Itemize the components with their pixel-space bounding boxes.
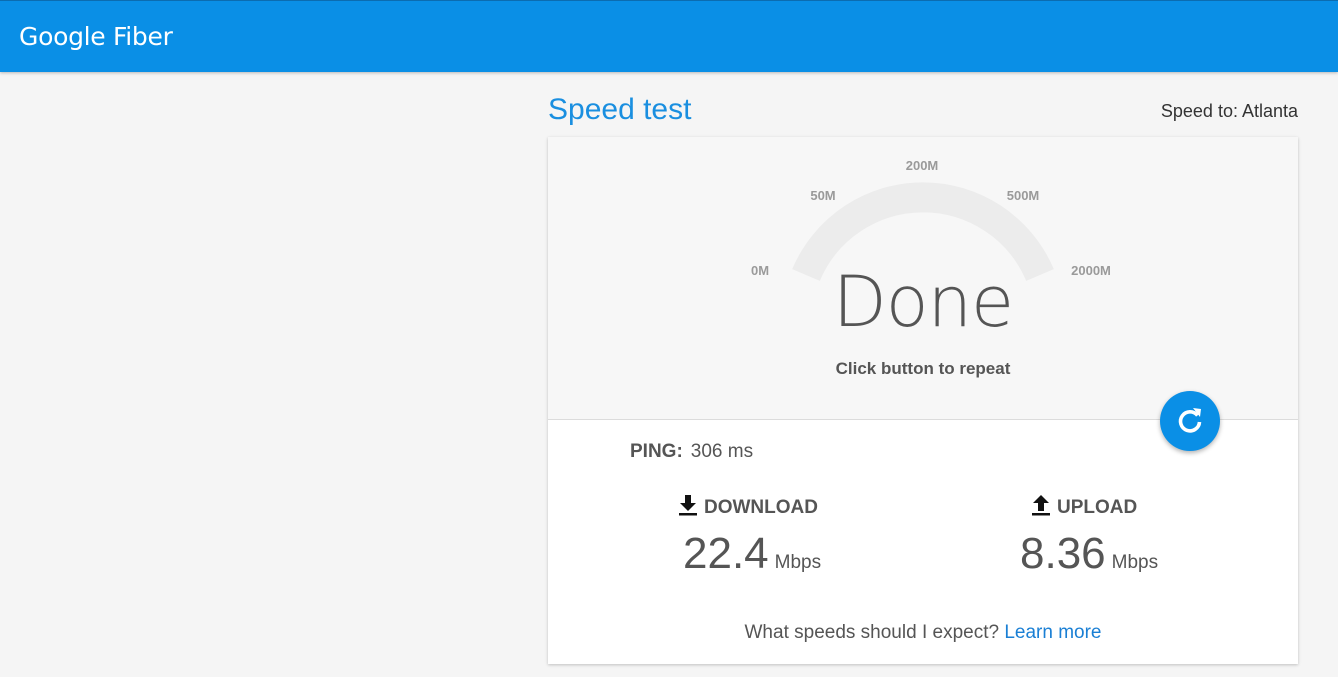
ping-label: PING:	[630, 441, 683, 462]
speed-to-location: Speed to: Atlanta	[1160, 101, 1298, 121]
expected-speeds-question: What speeds should I expect?	[744, 622, 1000, 643]
download-result: 22.4 Mbps	[683, 529, 821, 579]
refresh-icon	[1178, 408, 1202, 433]
download-heading: DOWNLOAD	[678, 494, 818, 519]
ping-value: 306 ms	[690, 441, 754, 462]
expected-speeds-prompt: What speeds should I expect? Learn more	[548, 622, 1298, 644]
download-icon	[679, 495, 697, 516]
google-fiber-logo[interactable]: Google Fiber	[19, 22, 173, 51]
upload-value: 8.36	[1020, 529, 1106, 578]
page-title: Speed test	[548, 93, 692, 126]
gauge-area: 0M 50M 200M 500M 2000M Done Click button…	[548, 137, 1298, 420]
top-bar: Google Fiber	[0, 0, 1338, 72]
test-status: Done	[832, 261, 1014, 343]
gauge-tick-50m: 50M	[810, 188, 836, 203]
download-label: DOWNLOAD	[704, 497, 818, 518]
learn-more-link[interactable]: Learn more	[1004, 622, 1101, 643]
upload-label: UPLOAD	[1057, 497, 1138, 518]
gauge-tick-500m: 500M	[1006, 188, 1040, 203]
download-value: 22.4	[683, 529, 769, 578]
upload-result: 8.36 Mbps	[1020, 529, 1158, 579]
upload-icon	[1032, 495, 1050, 516]
upload-unit: Mbps	[1111, 552, 1159, 573]
gauge-tick-200m: 200M	[905, 158, 939, 173]
repeat-hint: Click button to repeat	[835, 359, 1011, 378]
ping-result: PING: 306 ms	[630, 441, 753, 463]
upload-heading: UPLOAD	[1031, 494, 1137, 519]
download-unit: Mbps	[774, 552, 822, 573]
repeat-test-button[interactable]	[1160, 391, 1220, 451]
speed-test-card: 0M 50M 200M 500M 2000M Done Click button…	[548, 137, 1298, 664]
